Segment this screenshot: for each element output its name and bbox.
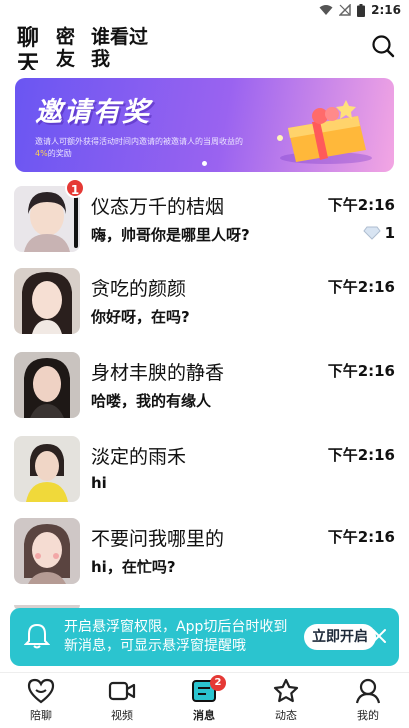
avatar[interactable]	[14, 268, 80, 334]
nav-messages[interactable]: 2 消息	[172, 675, 236, 727]
gift-box-icon	[277, 100, 372, 164]
conversation-time: 下午2:16	[327, 362, 395, 380]
conversation-time: 下午2:16	[327, 446, 395, 464]
conversation-row[interactable]: 贪吃的颜颜 你好呀，在吗? 下午2:16	[0, 262, 409, 344]
conversation-row[interactable]: 1 仪态万千的桔烟 嗨，帅哥你是哪里人呀? 下午2:16 1	[0, 178, 409, 262]
nav-moments[interactable]: 动态	[254, 677, 318, 727]
nav-video[interactable]: 视频	[90, 677, 154, 727]
conversation-row[interactable]: 不要问我哪里的 hi，在忙吗? 下午2:16	[0, 512, 409, 594]
avatar-photo	[14, 518, 80, 584]
wifi-icon	[319, 5, 333, 15]
enable-now-button[interactable]: 立即开启	[304, 624, 376, 650]
close-icon[interactable]	[369, 626, 389, 646]
conversation-row[interactable]: 淡定的雨禾 hi 下午2:16	[0, 430, 409, 512]
status-bar: 2:16	[0, 0, 409, 20]
conversation-row[interactable]: 身材丰腴的静香 哈喽，我的有缘人 下午2:16	[0, 346, 409, 428]
conversation-message: hi，在忙吗?	[91, 558, 176, 576]
star-icon	[273, 678, 299, 703]
conversation-time: 下午2:16	[327, 528, 395, 546]
conversation-message: 你好呀，在吗?	[91, 308, 190, 326]
conversation-time: 下午2:16	[327, 196, 395, 214]
avatar-photo	[14, 268, 80, 334]
battery-icon	[357, 3, 366, 17]
avatar[interactable]	[14, 352, 80, 418]
conversation-message: hi	[91, 474, 107, 492]
conversation-name: 不要问我哪里的	[91, 528, 225, 550]
profile-icon	[355, 678, 381, 704]
avatar-photo	[14, 352, 80, 418]
avatar-photo	[14, 436, 80, 502]
signal-off-icon	[339, 4, 351, 16]
conversation-name: 贪吃的颜颜	[91, 278, 187, 300]
banner-pagination	[15, 161, 394, 166]
avatar[interactable]	[14, 436, 80, 502]
conversation-name: 身材丰腴的静香	[91, 362, 225, 384]
bottom-navigation: 陪聊 视频 2 消息 动态 我的	[0, 672, 409, 728]
gift-count-value: 1	[384, 224, 395, 242]
tab-chat[interactable]: 聊天	[17, 26, 39, 70]
conversation-message: 哈喽，我的有缘人	[91, 392, 212, 410]
diamond-icon	[362, 226, 381, 240]
conversation-message: 嗨，帅哥你是哪里人呀?	[91, 226, 250, 244]
status-time: 2:16	[371, 3, 401, 17]
floating-window-permission-toast[interactable]: 开启悬浮窗权限，App切后台时收到新消息，可显示悬浮窗提醒哦 立即开启	[10, 608, 399, 666]
gift-count: 1	[362, 224, 395, 242]
bell-icon	[24, 623, 50, 649]
nav-profile[interactable]: 我的	[336, 677, 400, 727]
avatar[interactable]	[14, 518, 80, 584]
invite-banner[interactable]: 邀请有奖 邀请人可额外获得活动时间内邀请的被邀请人的当周收益的4%的奖励	[15, 78, 394, 172]
header: 聊天 密友 谁看过我	[0, 20, 409, 72]
toast-message: 开启悬浮窗权限，App切后台时收到新消息，可显示悬浮窗提醒哦	[64, 619, 288, 654]
avatar-edge	[74, 192, 78, 248]
conversation-name: 仪态万千的桔烟	[91, 196, 225, 218]
conversation-name: 淡定的雨禾	[91, 446, 187, 468]
banner-description: 邀请人可额外获得活动时间内邀请的被邀请人的当周收益的4%的奖励	[35, 137, 243, 158]
nav-companion-chat[interactable]: 陪聊	[9, 677, 73, 727]
pagination-dot[interactable]	[202, 161, 207, 166]
search-icon[interactable]	[371, 34, 395, 58]
tab-who-viewed-me[interactable]: 谁看过我	[91, 26, 149, 72]
video-icon	[108, 681, 136, 701]
tab-close-friends[interactable]: 密友	[56, 26, 78, 72]
banner-title: 邀请有奖	[35, 97, 151, 128]
message-count-badge: 2	[210, 675, 226, 691]
heart-chat-icon	[27, 678, 55, 704]
unread-badge: 1	[65, 178, 85, 198]
conversation-time: 下午2:16	[327, 278, 395, 296]
